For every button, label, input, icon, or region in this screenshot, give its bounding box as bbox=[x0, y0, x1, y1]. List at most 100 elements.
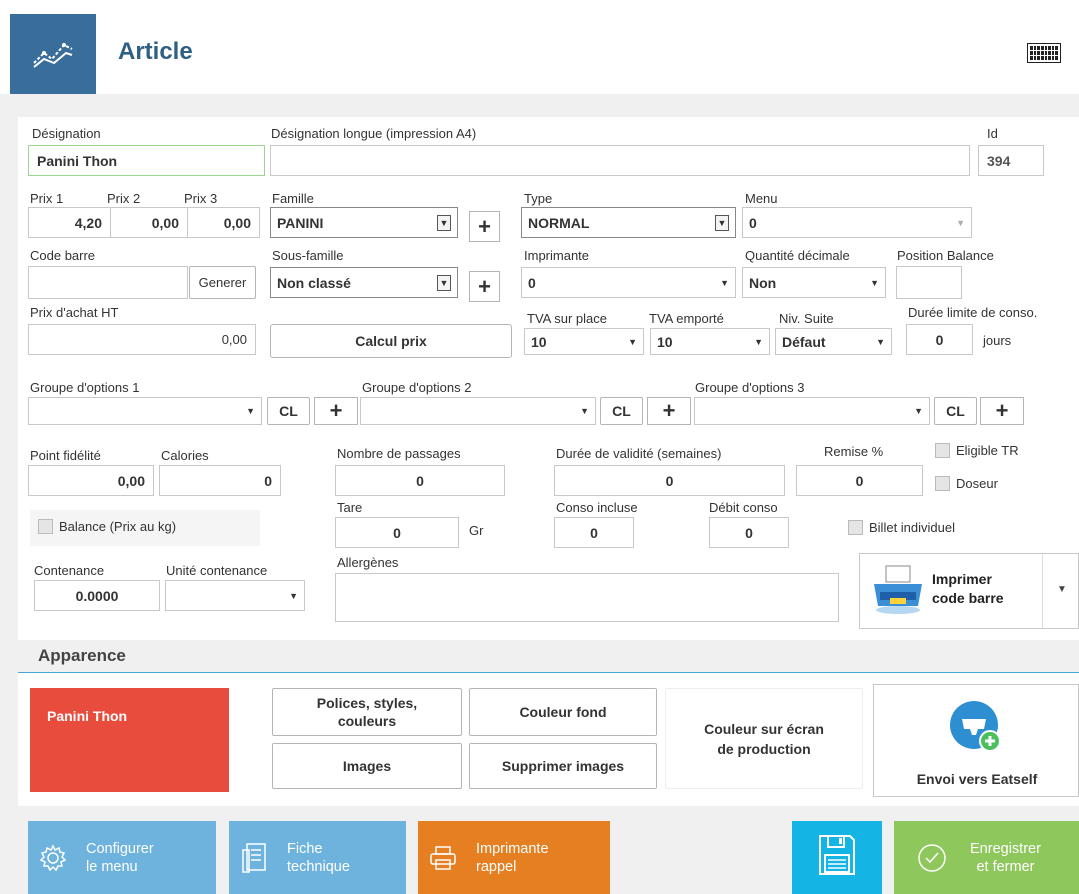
duree-validite-input[interactable]: 0 bbox=[554, 465, 785, 496]
debit-conso-input[interactable]: 0 bbox=[709, 517, 789, 548]
remise-label: Remise % bbox=[824, 444, 884, 459]
apparence-title: Apparence bbox=[38, 646, 126, 665]
chevron-down-icon: ▼ bbox=[956, 217, 965, 228]
groupe3-select[interactable]: ▼ bbox=[694, 397, 930, 425]
sous-famille-select[interactable]: Non classé ▼ bbox=[270, 267, 458, 298]
calories-input[interactable]: 0 bbox=[159, 465, 281, 496]
type-select[interactable]: NORMAL ▼ bbox=[521, 207, 736, 238]
groupe1-clear-button[interactable]: CL bbox=[267, 397, 310, 425]
groupe3-add-button[interactable]: + bbox=[980, 397, 1024, 425]
save-button[interactable] bbox=[792, 821, 882, 894]
groupe1-select[interactable]: ▼ bbox=[28, 397, 262, 425]
groupe2-select[interactable]: ▼ bbox=[360, 397, 596, 425]
doseur-checkbox[interactable]: Doseur bbox=[935, 476, 998, 491]
famille-value: PANINI bbox=[277, 214, 324, 231]
checkbox-icon bbox=[38, 519, 53, 534]
chevron-down-icon: ▼ bbox=[580, 406, 589, 416]
generer-button[interactable]: Generer bbox=[189, 266, 256, 299]
doseur-label: Doseur bbox=[956, 476, 998, 491]
famille-select[interactable]: PANINI ▼ bbox=[270, 207, 458, 238]
groupe3-label: Groupe d'options 3 bbox=[695, 380, 805, 395]
tva-emporte-label: TVA emporté bbox=[649, 311, 724, 326]
checkbox-icon bbox=[848, 520, 863, 535]
couleur-ecran-production-button[interactable]: Couleur sur écran de production bbox=[665, 688, 863, 789]
envoi-eatself-label: Envoi vers Eatself bbox=[916, 771, 1038, 787]
imprimer-code-barre-button[interactable]: Imprimer code barre ▼ bbox=[859, 553, 1079, 629]
billet-individuel-checkbox[interactable]: Billet individuel bbox=[848, 520, 955, 535]
contenance-input[interactable]: 0.0000 bbox=[34, 580, 160, 611]
allergenes-input[interactable] bbox=[335, 573, 839, 622]
add-famille-button[interactable]: + bbox=[469, 211, 500, 242]
designation-label: Désignation bbox=[32, 126, 101, 141]
imprimante-select[interactable]: 0 ▼ bbox=[521, 267, 736, 298]
niv-suite-select[interactable]: Défaut ▼ bbox=[775, 328, 892, 355]
configurer-menu-button[interactable]: Configurer le menu bbox=[28, 821, 216, 894]
button-preview: Panini Thon bbox=[30, 688, 229, 792]
prix3-input[interactable]: 0,00 bbox=[187, 207, 260, 238]
quantite-decimale-value: Non bbox=[749, 274, 777, 291]
menu-value: 0 bbox=[749, 214, 757, 231]
images-button[interactable]: Images bbox=[272, 743, 462, 789]
chevron-down-icon: ▼ bbox=[628, 336, 637, 347]
imprimante-label: Imprimante bbox=[524, 248, 590, 263]
add-sous-famille-button[interactable]: + bbox=[469, 271, 500, 302]
prix1-input[interactable]: 4,20 bbox=[28, 207, 111, 238]
groupe2-clear-button[interactable]: CL bbox=[600, 397, 643, 425]
quantite-decimale-label: Quantité décimale bbox=[745, 248, 850, 263]
groupe1-label: Groupe d'options 1 bbox=[30, 380, 140, 395]
groupe3-clear-button[interactable]: CL bbox=[934, 397, 977, 425]
eligible-tr-checkbox[interactable]: Eligible TR bbox=[935, 443, 1019, 458]
polices-line1: Polices, styles, bbox=[316, 695, 418, 711]
calcul-prix-button[interactable]: Calcul prix bbox=[270, 324, 512, 358]
menu-select[interactable]: 0 ▼ bbox=[742, 207, 972, 238]
tare-unit: Gr bbox=[469, 523, 484, 538]
designation-longue-label: Désignation longue (impression A4) bbox=[271, 126, 477, 141]
fiche-line1: Fiche bbox=[287, 840, 323, 857]
quantite-decimale-select[interactable]: Non ▼ bbox=[742, 267, 886, 298]
chevron-down-icon: ▼ bbox=[289, 590, 298, 601]
printer-icon bbox=[418, 845, 468, 871]
type-label: Type bbox=[524, 191, 553, 206]
prix2-input[interactable]: 0,00 bbox=[110, 207, 188, 238]
eligible-tr-label: Eligible TR bbox=[956, 443, 1019, 458]
polices-styles-button[interactable]: Polices, styles, couleurs bbox=[272, 688, 462, 736]
fiche-technique-button[interactable]: Fiche technique bbox=[229, 821, 406, 894]
prix-achat-input[interactable]: 0,00 bbox=[28, 324, 256, 355]
designation-input[interactable]: Panini Thon bbox=[28, 145, 265, 176]
allergenes-label: Allergènes bbox=[337, 555, 399, 570]
point-fidelite-input[interactable]: 0,00 bbox=[28, 465, 154, 496]
tare-input[interactable]: 0 bbox=[335, 517, 459, 548]
sous-famille-label: Sous-famille bbox=[272, 248, 344, 263]
chevron-down-icon[interactable]: ▼ bbox=[1057, 584, 1067, 595]
chevron-down-icon: ▼ bbox=[246, 406, 255, 416]
dropdown-arrow-icon: ▼ bbox=[437, 214, 451, 231]
tva-sur-place-select[interactable]: 10 ▼ bbox=[524, 328, 644, 355]
position-balance-input[interactable] bbox=[896, 266, 962, 299]
dropdown-arrow-icon: ▼ bbox=[715, 214, 729, 231]
enregistrer-fermer-button[interactable]: Enregistrer et fermer bbox=[894, 821, 1079, 894]
configurer-line2: le menu bbox=[86, 858, 138, 875]
duree-validite-label: Durée de validité (semaines) bbox=[556, 446, 722, 461]
duree-limite-input[interactable]: 0 bbox=[906, 324, 973, 355]
designation-longue-input[interactable] bbox=[270, 145, 970, 176]
groupe2-add-button[interactable]: + bbox=[647, 397, 691, 425]
balance-checkbox[interactable]: Balance (Prix au kg) bbox=[38, 519, 176, 534]
groupe1-add-button[interactable]: + bbox=[314, 397, 358, 425]
couleur-fond-button[interactable]: Couleur fond bbox=[469, 688, 657, 736]
chevron-down-icon: ▼ bbox=[754, 336, 763, 347]
unite-contenance-select[interactable]: ▼ bbox=[165, 580, 305, 611]
tva-sur-place-value: 10 bbox=[531, 333, 547, 350]
keyboard-icon[interactable] bbox=[1027, 43, 1061, 63]
conso-incluse-input[interactable]: 0 bbox=[554, 517, 634, 548]
imprimante-rappel-button[interactable]: Imprimante rappel bbox=[418, 821, 610, 894]
code-barre-input[interactable] bbox=[28, 266, 188, 299]
niv-suite-value: Défaut bbox=[782, 333, 826, 350]
supprimer-images-button[interactable]: Supprimer images bbox=[469, 743, 657, 789]
enregistrer-line1: Enregistrer bbox=[970, 840, 1041, 857]
nombre-passages-input[interactable]: 0 bbox=[335, 465, 505, 496]
enregistrer-line2: et fermer bbox=[976, 858, 1035, 875]
chevron-down-icon: ▼ bbox=[720, 277, 729, 288]
envoi-eatself-button[interactable]: Envoi vers Eatself bbox=[873, 684, 1079, 797]
tva-emporte-select[interactable]: 10 ▼ bbox=[650, 328, 770, 355]
remise-input[interactable]: 0 bbox=[796, 465, 923, 496]
